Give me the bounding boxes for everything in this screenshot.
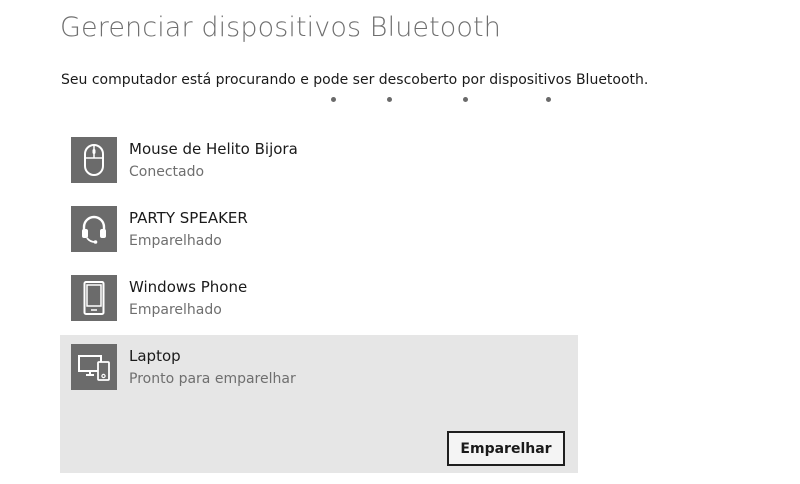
searching-progress-dots xyxy=(0,97,800,103)
device-name: Windows Phone xyxy=(129,278,248,296)
progress-dot xyxy=(463,97,468,102)
laptop-phone-icon xyxy=(71,344,117,390)
device-status: Emparelhado xyxy=(129,233,222,249)
bluetooth-devices-page: Gerenciar dispositivos Bluetooth Seu com… xyxy=(0,0,800,484)
device-item-party-speaker[interactable]: PARTY SPEAKER Emparelhado xyxy=(60,197,578,266)
device-name: Mouse de Helito Bijora xyxy=(129,140,298,158)
progress-dot xyxy=(331,97,336,102)
page-title: Gerenciar dispositivos Bluetooth xyxy=(60,12,501,43)
pair-button[interactable]: Emparelhar xyxy=(447,431,565,466)
discovery-status-text: Seu computador está procurando e pode se… xyxy=(61,72,649,88)
progress-dot xyxy=(546,97,551,102)
device-status: Pronto para emparelhar xyxy=(129,371,296,387)
device-item-laptop[interactable]: Laptop Pronto para emparelhar Emparelhar xyxy=(60,335,578,473)
progress-dot xyxy=(387,97,392,102)
device-name: PARTY SPEAKER xyxy=(129,209,248,227)
device-item-mouse[interactable]: Mouse de Helito Bijora Conectado xyxy=(60,128,578,197)
device-status: Emparelhado xyxy=(129,302,222,318)
mouse-icon xyxy=(71,137,117,183)
headset-icon xyxy=(71,206,117,252)
phone-icon xyxy=(71,275,117,321)
device-status: Conectado xyxy=(129,164,205,180)
device-name: Laptop xyxy=(129,347,181,365)
device-item-windows-phone[interactable]: Windows Phone Emparelhado xyxy=(60,266,578,335)
device-list: Mouse de Helito Bijora Conectado PARTY S… xyxy=(60,128,578,473)
